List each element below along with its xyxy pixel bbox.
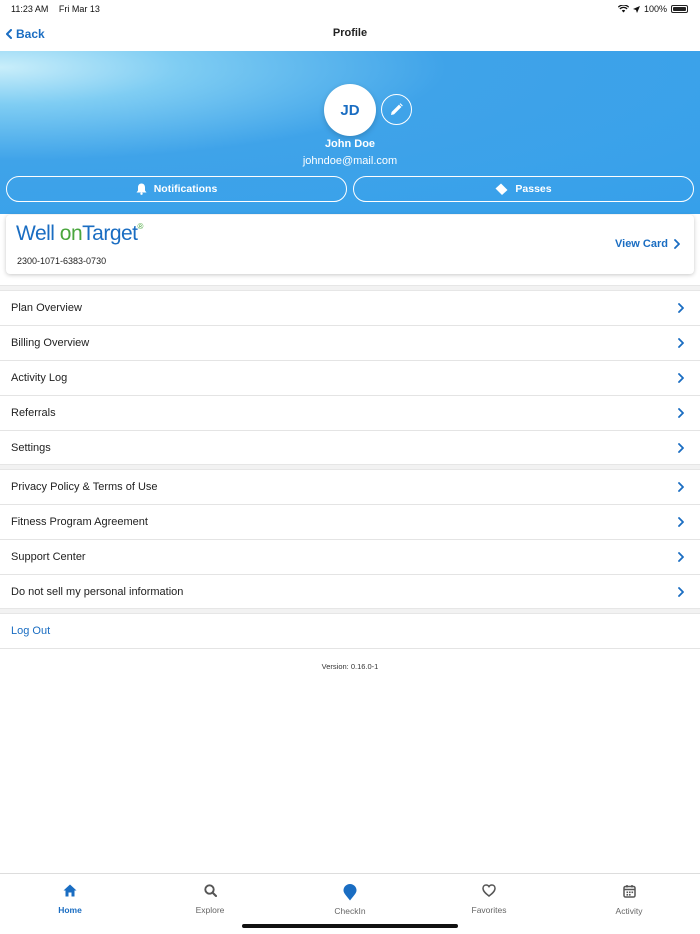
- account-menu: Plan Overview Billing Overview Activity …: [0, 285, 700, 466]
- tab-home[interactable]: Home: [20, 884, 120, 915]
- user-name: John Doe: [324, 138, 376, 150]
- nav-bar: Back Profile: [0, 18, 700, 51]
- battery-icon: [671, 5, 688, 13]
- calendar-icon: [622, 885, 636, 898]
- chevron-right-icon: [678, 517, 684, 527]
- passes-button[interactable]: Passes: [353, 176, 694, 202]
- wifi-icon: [617, 5, 629, 13]
- tab-label: Explore: [195, 905, 225, 915]
- menu-item-referrals[interactable]: Referrals: [0, 396, 700, 431]
- menu-item-billing-overview[interactable]: Billing Overview: [0, 326, 700, 361]
- battery-percent: 100%: [643, 4, 667, 14]
- menu-item-privacy-policy[interactable]: Privacy Policy & Terms of Use: [0, 470, 700, 505]
- tab-label: Home: [58, 905, 82, 915]
- card-number: 2300-1071-6383-0730: [17, 256, 107, 266]
- location-arrow-icon: [632, 5, 640, 13]
- map-pin-icon: [343, 884, 357, 901]
- pencil-icon: [391, 103, 403, 115]
- menu-item-label: Activity Log: [11, 372, 68, 384]
- membership-card: Well onTarget® 2300-1071-6383-0730 View …: [6, 215, 694, 274]
- tab-checkin[interactable]: CheckIn: [300, 884, 400, 916]
- search-icon: [203, 884, 217, 898]
- notifications-button[interactable]: Notifications: [6, 176, 347, 202]
- status-date: Fri Mar 13: [58, 4, 100, 14]
- tab-label: Favorites: [471, 905, 507, 915]
- home-icon: [63, 884, 77, 897]
- tab-label: Activity: [615, 906, 643, 916]
- menu-item-plan-overview[interactable]: Plan Overview: [0, 291, 700, 326]
- menu-item-label: Support Center: [11, 551, 86, 563]
- user-email: johndoe@mail.com: [302, 155, 398, 167]
- chevron-right-icon: [678, 443, 684, 453]
- profile-header: JD John Doe johndoe@mail.com Notificatio…: [0, 51, 700, 214]
- notifications-label: Notifications: [153, 183, 218, 195]
- menu-item-settings[interactable]: Settings: [0, 431, 700, 466]
- chevron-right-icon: [678, 587, 684, 597]
- menu-item-label: Fitness Program Agreement: [11, 516, 148, 528]
- chevron-right-icon: [678, 338, 684, 348]
- chevron-right-icon: [678, 303, 684, 313]
- heart-icon: [482, 884, 496, 897]
- legal-menu: Privacy Policy & Terms of Use Fitness Pr…: [0, 464, 700, 610]
- status-bar: 11:23 AM Fri Mar 13 100%: [0, 0, 700, 18]
- passes-label: Passes: [515, 183, 552, 195]
- log-out-label: Log Out: [11, 625, 51, 637]
- avatar: JD: [324, 84, 376, 136]
- page-title: Profile: [332, 27, 368, 39]
- menu-item-label: Do not sell my personal information: [11, 586, 184, 598]
- chevron-right-icon: [678, 552, 684, 562]
- chevron-right-icon: [678, 482, 684, 492]
- edit-profile-button[interactable]: [381, 94, 412, 125]
- view-card-label: View Card: [615, 238, 668, 250]
- view-card-button[interactable]: View Card: [615, 238, 680, 250]
- menu-item-label: Settings: [11, 442, 51, 454]
- chevron-right-icon: [674, 239, 680, 249]
- menu-item-label: Billing Overview: [11, 337, 90, 349]
- menu-item-fitness-agreement[interactable]: Fitness Program Agreement: [0, 505, 700, 540]
- menu-item-activity-log[interactable]: Activity Log: [0, 361, 700, 396]
- bell-icon: [136, 183, 147, 195]
- menu-item-label: Referrals: [11, 407, 56, 419]
- chevron-right-icon: [678, 408, 684, 418]
- tab-favorites[interactable]: Favorites: [439, 884, 539, 915]
- menu-item-label: Plan Overview: [11, 302, 82, 314]
- menu-item-support-center[interactable]: Support Center: [0, 540, 700, 575]
- ticket-icon: [495, 183, 508, 195]
- chevron-right-icon: [678, 373, 684, 383]
- log-out-button[interactable]: Log Out: [0, 614, 700, 649]
- tab-activity[interactable]: Activity: [579, 884, 679, 916]
- version-text: Version: 0.16.0-1: [321, 662, 379, 671]
- status-time: 11:23 AM: [11, 4, 49, 14]
- logout-section: Log Out: [0, 608, 700, 649]
- home-indicator: [242, 924, 458, 928]
- tab-label: CheckIn: [334, 906, 366, 916]
- menu-item-do-not-sell[interactable]: Do not sell my personal information: [0, 575, 700, 610]
- tab-explore[interactable]: Explore: [160, 884, 260, 915]
- menu-item-label: Privacy Policy & Terms of Use: [11, 481, 158, 493]
- well-on-target-logo: Well onTarget®: [16, 222, 143, 245]
